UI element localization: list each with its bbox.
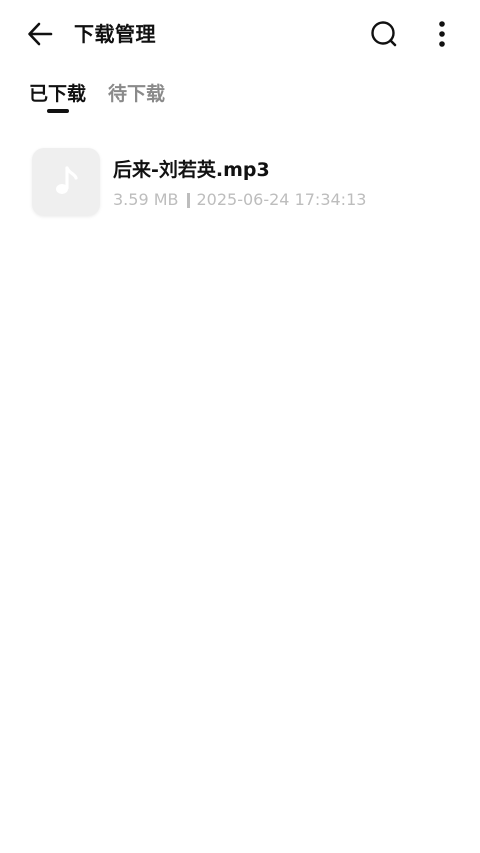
download-list-item[interactable]: 后来-刘若英.mp3 3.59 MB 2025-06-24 17:34:13 [0,140,480,230]
page-title: 下载管理 [74,22,156,46]
arrow-left-icon [28,22,53,46]
tab-bar: 已下载 待下载 [0,78,480,118]
file-meta: 3.59 MB 2025-06-24 17:34:13 [113,188,366,212]
top-app-bar: 下载管理 [0,0,480,68]
file-size: 3.59 MB [113,190,179,209]
download-manager-screen: 下载管理 已下载 待下载 后来-刘若英.mp3 3.59 MB 2025-06-… [0,0,480,853]
music-note-icon [56,166,78,194]
file-thumbnail [32,148,100,216]
more-options-button[interactable] [420,14,464,54]
meta-divider [186,192,190,208]
file-name: 后来-刘若英.mp3 [113,159,270,181]
tab-pending[interactable]: 待下载 [108,78,165,114]
back-button[interactable] [18,14,62,54]
search-button[interactable] [362,14,406,54]
active-tab-indicator [47,109,69,113]
download-timestamp: 2025-06-24 17:34:13 [196,190,367,209]
search-icon [371,21,397,47]
more-vertical-icon [439,21,445,47]
